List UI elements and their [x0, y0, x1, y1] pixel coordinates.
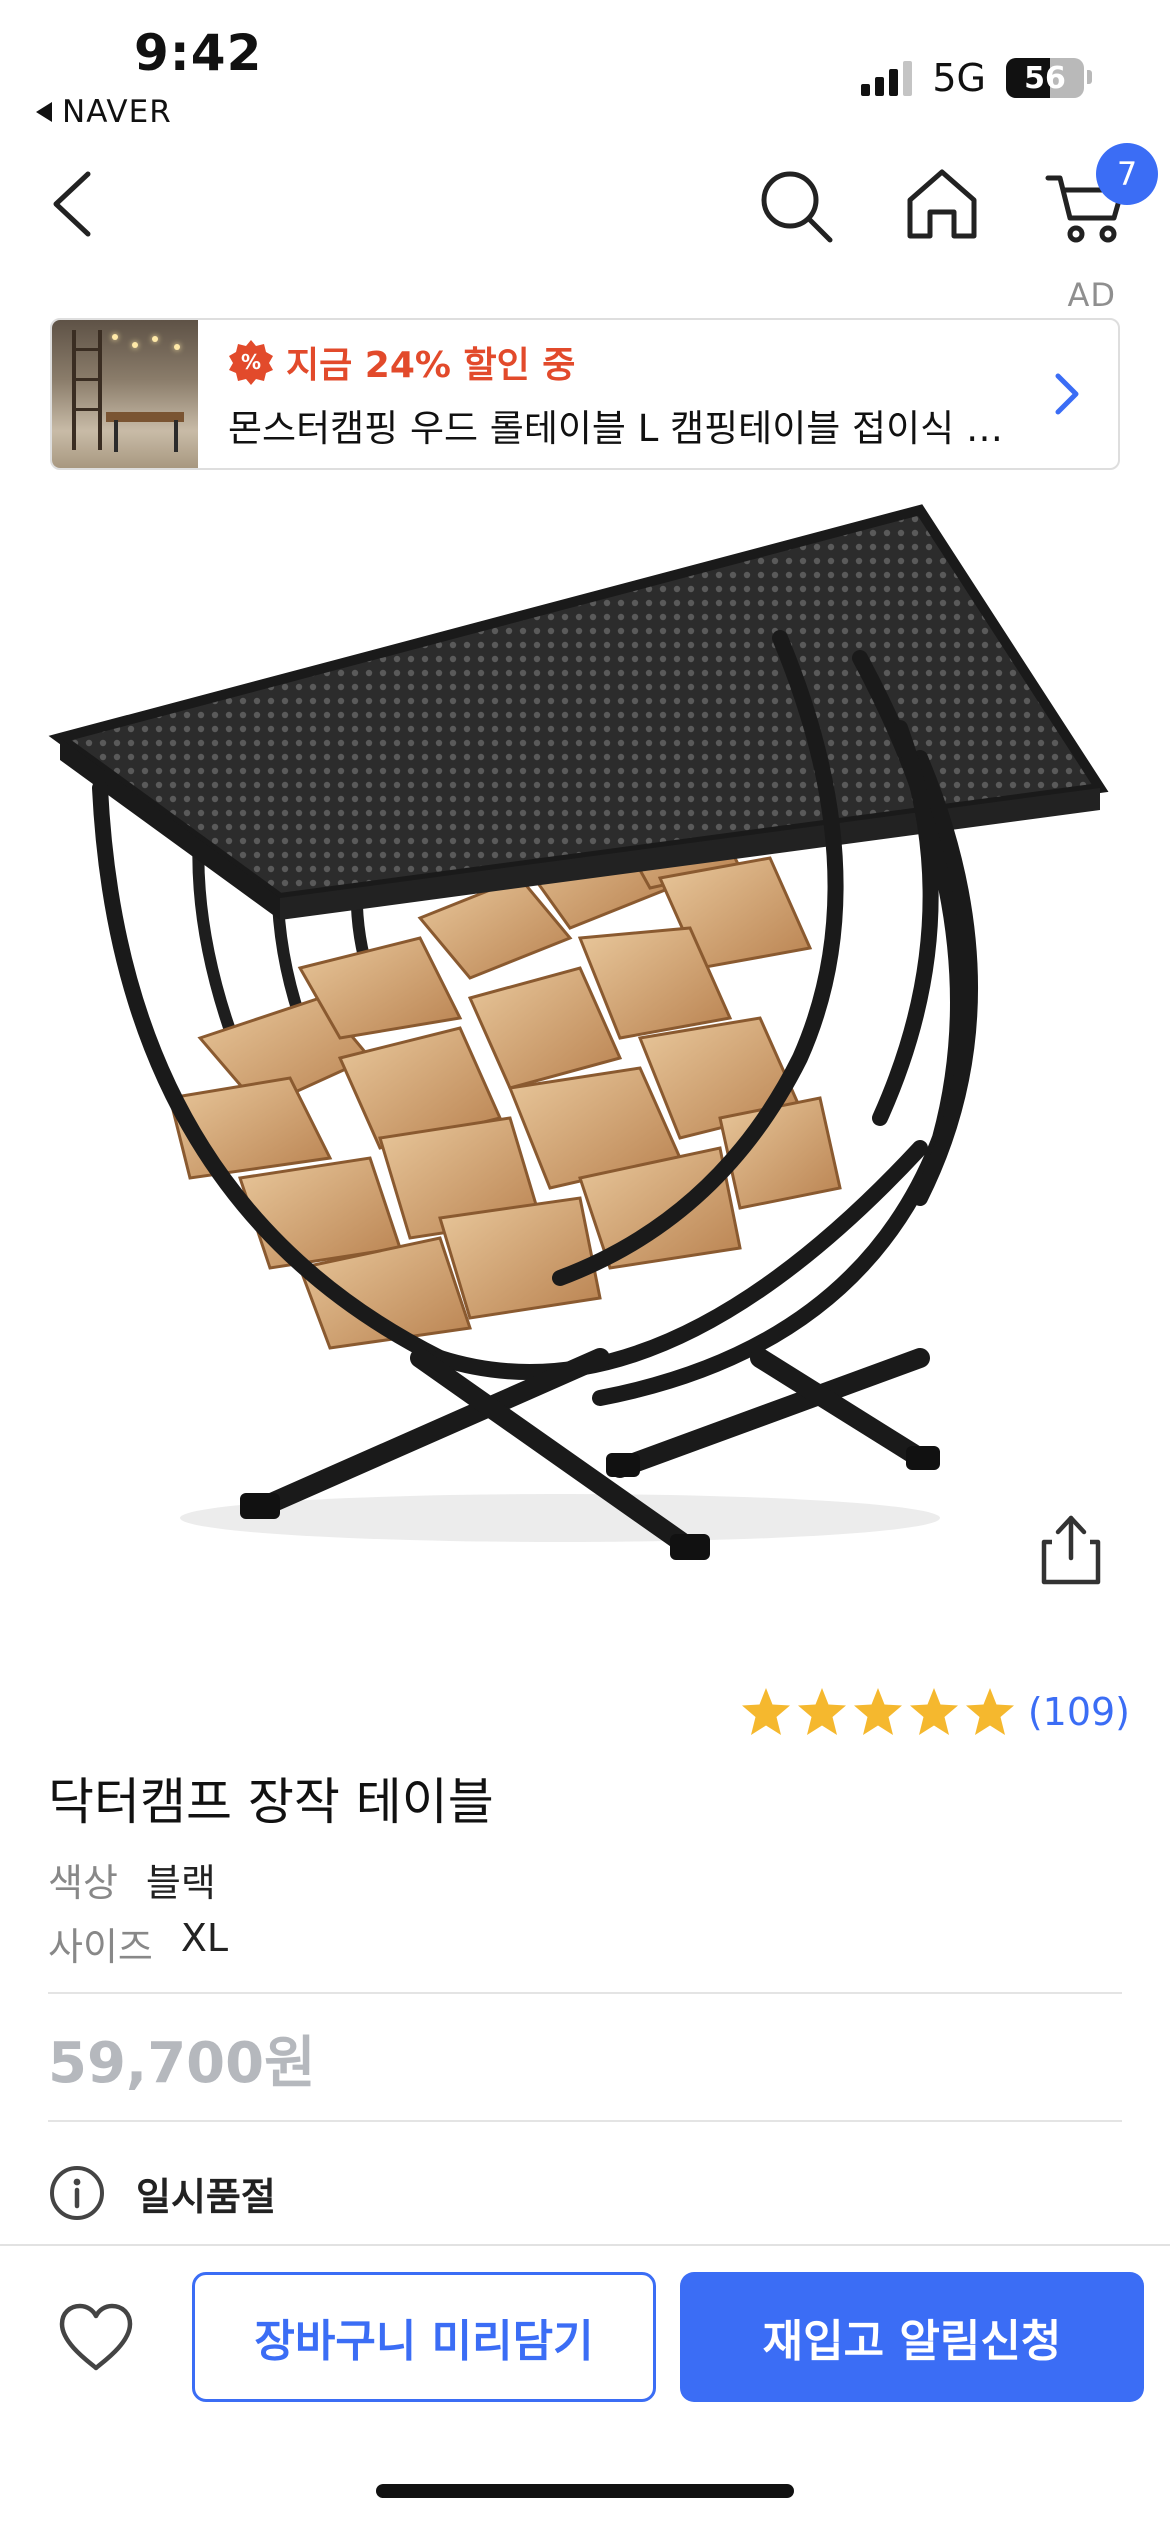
home-indicator[interactable]: [376, 2484, 794, 2498]
ad-thumbnail: [52, 320, 198, 468]
back-chevron-icon[interactable]: [44, 168, 104, 240]
cart-count-badge: 7: [1096, 143, 1158, 205]
product-image[interactable]: [40, 498, 1120, 1598]
option-row-color: 색상 블랙: [48, 1852, 216, 1907]
heart-icon[interactable]: [56, 2302, 136, 2374]
home-icon[interactable]: [900, 162, 984, 246]
search-icon[interactable]: [756, 166, 836, 246]
add-to-cart-button[interactable]: 장바구니 미리담기: [192, 2272, 656, 2402]
signal-icon: [861, 60, 913, 96]
star-icon: [741, 1688, 790, 1735]
share-icon[interactable]: [1036, 1512, 1106, 1588]
battery-cap: [1087, 70, 1092, 84]
option-key: 사이즈: [48, 1925, 153, 1969]
back-triangle-icon: [36, 102, 52, 122]
back-to-app-link[interactable]: NAVER: [36, 94, 172, 130]
ad-banner[interactable]: % 지금 24% 할인 중 몬스터캠핑 우드 롤테이블 L 캠핑테이블 접이식 …: [50, 318, 1120, 470]
ad-promo-text: 지금 24% 할인 중: [286, 345, 576, 386]
back-app-label: NAVER: [62, 94, 172, 130]
product-rating[interactable]: (109): [740, 1686, 1130, 1738]
ad-title: 몬스터캠핑 우드 롤테이블 L 캠핑테이블 접이식 원목 테이블: [228, 407, 1018, 450]
product-price: 59,700원: [48, 2031, 316, 2096]
stock-status: 일시품절: [48, 2164, 276, 2222]
star-icon: [965, 1688, 1014, 1735]
star-icon: [797, 1688, 846, 1735]
star-icon: [853, 1688, 902, 1735]
info-icon: [50, 2166, 104, 2220]
battery-icon: 56: [1006, 58, 1084, 98]
status-time: 9:42: [134, 24, 263, 82]
option-value: 블랙: [145, 1861, 216, 1905]
status-indicators: 5G 56: [861, 56, 1084, 100]
ad-label: AD: [1067, 276, 1116, 314]
percent-badge-icon: %: [229, 340, 273, 385]
option-value: XL: [180, 1916, 229, 1960]
product-title: 닥터캠프 장작 테이블: [48, 1773, 494, 1831]
restock-alert-button[interactable]: 재입고 알림신청: [680, 2272, 1144, 2402]
stock-status-label: 일시품절: [136, 2174, 276, 2219]
network-label: 5G: [932, 56, 986, 100]
divider: [48, 1992, 1122, 1994]
option-row-size: 사이즈 XL: [48, 1916, 228, 1971]
star-icon: [909, 1688, 958, 1735]
option-key: 색상: [48, 1861, 118, 1905]
svg-text:%: %: [241, 350, 261, 374]
chevron-right-icon: [1055, 373, 1079, 415]
battery-level: 56: [1024, 60, 1066, 96]
divider: [48, 2120, 1122, 2122]
rating-count[interactable]: (109): [1028, 1690, 1130, 1734]
